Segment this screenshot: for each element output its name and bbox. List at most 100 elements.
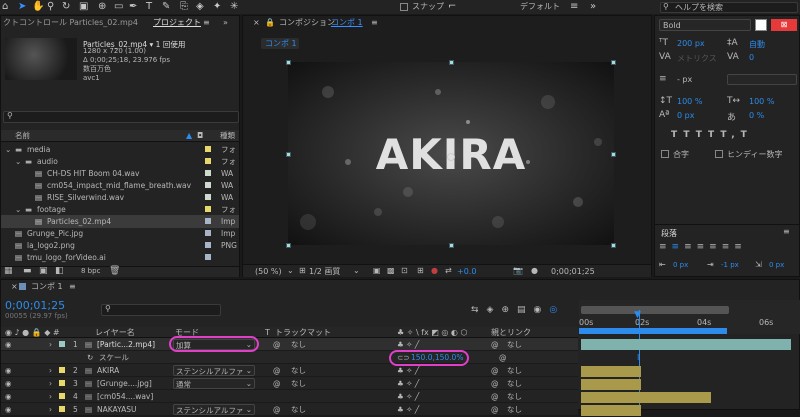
home-icon[interactable]: ⌂ xyxy=(2,1,8,13)
comp-timecode[interactable]: 0;00;01;25 xyxy=(551,267,595,277)
parent-value[interactable]: なし xyxy=(507,338,522,351)
lock-icon[interactable]: 🔒 xyxy=(265,17,275,29)
camera-tool-icon[interactable]: ▣ xyxy=(79,1,88,13)
horizontal-scale-value[interactable]: 100 % xyxy=(749,97,774,106)
layer-label-swatch[interactable] xyxy=(59,367,65,373)
t-header[interactable]: T xyxy=(265,327,270,338)
new-folder-icon[interactable]: ▬ xyxy=(23,266,32,276)
hindi-digits-checkbox[interactable] xyxy=(715,150,723,158)
quality-dropdown[interactable]: 1/2 画質 xyxy=(309,267,340,277)
selection-tool-icon[interactable]: ➤ xyxy=(18,1,26,13)
snapshot-icon[interactable]: 📷 xyxy=(513,266,523,275)
parent-pick-whip-icon[interactable]: @ xyxy=(491,364,499,377)
text-tool-icon[interactable]: T xyxy=(146,1,152,13)
parent-value[interactable]: なし xyxy=(507,364,522,377)
layer-name[interactable]: [Grunge....jpg] xyxy=(97,377,152,390)
timeline-timecode[interactable]: 0;00;01;25 xyxy=(5,300,65,312)
color-channel-icon[interactable]: ● xyxy=(431,266,438,275)
trash-icon[interactable]: 🗑 xyxy=(109,266,120,276)
label-color-swatch[interactable] xyxy=(205,230,211,236)
exposure-value[interactable]: +0.0 xyxy=(457,267,476,277)
clone-tool-icon[interactable]: ⎘ xyxy=(180,1,188,13)
indent-left-value[interactable]: 0 px xyxy=(673,261,688,269)
parent-pick-whip-icon[interactable]: @ xyxy=(491,390,499,403)
panel-menu-icon[interactable]: ≡ xyxy=(69,281,76,293)
label-color-swatch[interactable] xyxy=(205,158,211,164)
comp-tab-name[interactable]: コンポ 1 xyxy=(331,17,363,29)
timeline-layer-row[interactable]: ◉ › 2 ▤ AKIRA ステンシルアルファ ⌄ @ なし ♣ ✧ ╱ @ なし xyxy=(1,364,578,377)
work-area-bar[interactable] xyxy=(581,306,729,314)
label-color-swatch[interactable] xyxy=(205,170,211,176)
label-color-swatch[interactable] xyxy=(205,218,211,224)
parent-pick-whip-icon[interactable]: @ xyxy=(491,377,499,390)
parent-value[interactable]: なし xyxy=(507,390,522,403)
bounding-handle[interactable] xyxy=(449,243,454,248)
pan-behind-tool-icon[interactable]: ⊕ xyxy=(98,1,106,13)
sort-up-icon[interactable]: ▲ xyxy=(186,131,192,140)
puppet-tool-icon[interactable]: ✳ xyxy=(230,1,238,13)
transparency-grid-icon[interactable]: ▩ xyxy=(387,266,395,275)
close-icon[interactable]: × xyxy=(11,281,18,293)
help-search-field[interactable]: ⚲ ヘルプを検索 xyxy=(660,2,798,13)
paragraph-align-buttons[interactable]: ≡≡≡≡≡≡≡ xyxy=(659,242,747,252)
menu-icon[interactable]: ≡ xyxy=(570,1,578,13)
hand-tool-icon[interactable]: ✋ xyxy=(32,1,44,13)
kerning-value[interactable]: メトリクス xyxy=(677,53,717,64)
parent-value[interactable]: なし xyxy=(507,377,522,390)
layer-bar-5[interactable] xyxy=(581,405,641,416)
stroke-color-swatch[interactable]: ⊠ xyxy=(771,19,797,31)
bounding-handle[interactable] xyxy=(611,243,616,248)
mask-icon[interactable]: ⊡ xyxy=(401,266,408,275)
label-color-swatch[interactable] xyxy=(205,182,211,188)
grid-icon[interactable]: ⊞ xyxy=(417,266,424,275)
timeline-layer-row[interactable]: ◉ › 1 ▤ [Partic...2.mp4] 加算 ⌄ @ なし ♣ ✧ ╱ @ なし xyxy=(1,338,578,351)
anchor-point-icon[interactable] xyxy=(447,153,455,161)
snap-checkbox[interactable] xyxy=(400,3,408,11)
label-column-icon[interactable]: ◘ xyxy=(197,131,203,140)
tracking-value[interactable]: 0 xyxy=(749,53,754,62)
bounding-handle[interactable] xyxy=(449,60,454,65)
project-search-input[interactable]: ⚲ xyxy=(3,111,239,123)
project-tab[interactable]: プロジェクト xyxy=(153,17,201,29)
project-list-item[interactable]: ▤ tmu_logo_forVideo.ai xyxy=(1,251,239,264)
comp-tab-label[interactable]: コンポジション xyxy=(279,17,335,29)
timeline-switch-icons[interactable]: ⇆◈⊕▤◉◎ xyxy=(471,305,565,315)
bounding-handle[interactable] xyxy=(286,60,291,65)
track-matte-header[interactable]: トラックマット xyxy=(275,327,331,338)
stopwatch-icon[interactable]: ↻ xyxy=(87,351,93,364)
tsume-value[interactable]: 0 % xyxy=(749,111,764,120)
keyframe-icon[interactable]: I xyxy=(637,353,639,362)
label-color-swatch[interactable] xyxy=(205,206,211,212)
label-color-swatch[interactable] xyxy=(205,194,211,200)
font-size-value[interactable]: 200 px xyxy=(677,39,705,48)
fit-icon[interactable]: ⊞ xyxy=(299,266,306,275)
text-style-buttons[interactable]: TTTTT,T xyxy=(671,130,753,140)
rotate-tool-icon[interactable]: ↻ xyxy=(62,1,70,13)
label-color-swatch[interactable] xyxy=(205,146,211,152)
layer-label-swatch[interactable] xyxy=(59,380,65,386)
chevron-right-icon[interactable]: » xyxy=(223,17,228,29)
stroke-style-dropdown[interactable] xyxy=(727,74,797,85)
indent-right-value[interactable]: -1 px xyxy=(721,261,739,269)
chevron-right-icon[interactable]: » xyxy=(590,1,596,13)
vertical-scale-value[interactable]: 100 % xyxy=(677,97,702,106)
new-comp-icon[interactable]: ▣ xyxy=(39,266,48,276)
track-matte-value[interactable]: なし xyxy=(291,338,306,351)
layer-name-header[interactable]: レイヤー名 xyxy=(95,327,135,338)
chevron-right-icon[interactable]: › xyxy=(49,364,52,377)
panel-menu-icon[interactable]: ≡ xyxy=(783,227,790,236)
workspace-label[interactable]: デフォルト xyxy=(520,1,560,13)
bpc-label[interactable]: 8 bpc xyxy=(81,267,100,275)
zoom-tool-icon[interactable]: ⚲ xyxy=(47,1,54,13)
eye-icon[interactable]: ◉ xyxy=(5,338,12,351)
label-color-swatch[interactable] xyxy=(205,242,211,248)
chevron-right-icon[interactable]: › xyxy=(49,390,52,403)
layer-search-input[interactable]: ⚲ xyxy=(101,304,221,316)
track-matte-value[interactable]: なし xyxy=(291,377,306,390)
layer-label-swatch[interactable] xyxy=(59,341,65,347)
layer-label-swatch[interactable] xyxy=(59,393,65,399)
eraser-tool-icon[interactable]: ◈ xyxy=(196,1,204,13)
layer-name[interactable]: [Partic...2.mp4] xyxy=(97,338,155,351)
comp-sub-tab[interactable]: コンポ 1 xyxy=(261,38,299,49)
property-pick-whip-icon[interactable]: @ xyxy=(499,351,507,364)
